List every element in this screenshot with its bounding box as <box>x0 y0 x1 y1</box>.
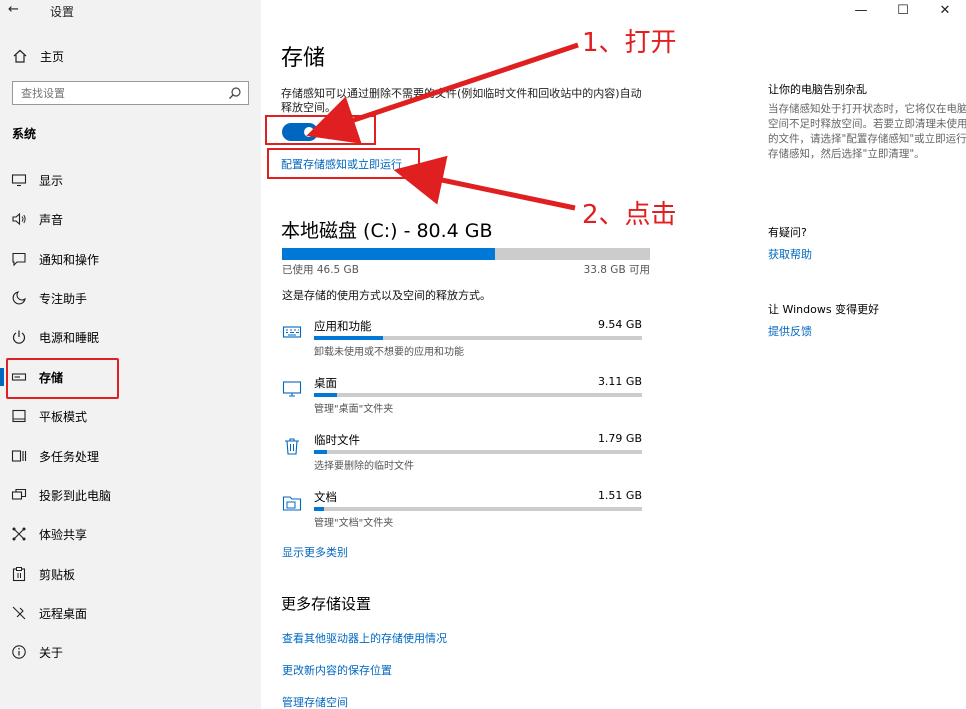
annotation-arrows <box>306 42 579 211</box>
annotation-step2: 2、点击 <box>582 200 677 230</box>
annotation-step1: 1、打开 <box>582 28 677 58</box>
arrow-step1 <box>306 42 579 144</box>
arrow-step2 <box>393 155 576 211</box>
